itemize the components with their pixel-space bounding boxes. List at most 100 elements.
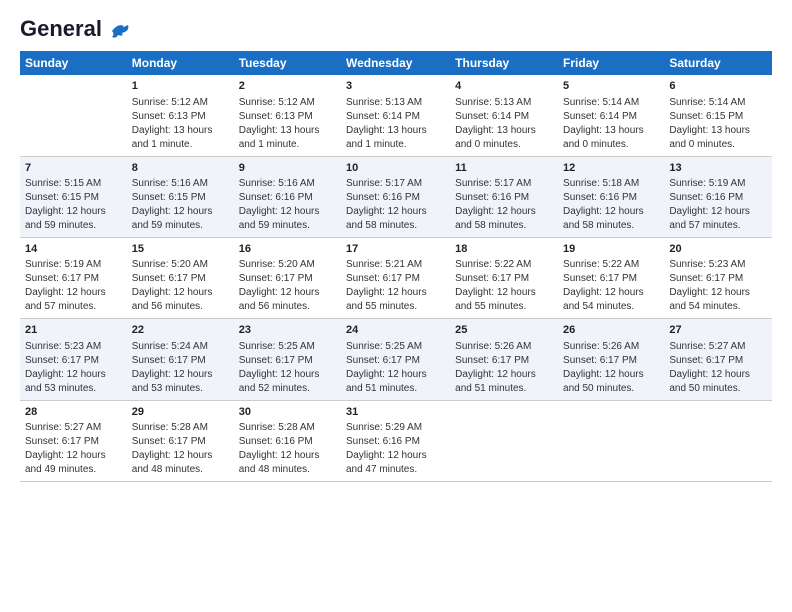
sunset-info: Sunset: 6:15 PM	[132, 191, 229, 205]
calendar-cell: 5Sunrise: 5:14 AMSunset: 6:14 PMDaylight…	[558, 75, 664, 156]
daylight-info: Daylight: 12 hours and 51 minutes.	[346, 368, 445, 396]
sunset-info: Sunset: 6:13 PM	[132, 110, 229, 124]
calendar-cell: 20Sunrise: 5:23 AMSunset: 6:17 PMDayligh…	[664, 238, 772, 319]
sunset-info: Sunset: 6:17 PM	[132, 435, 229, 449]
day-number: 3	[346, 79, 445, 94]
sunset-info: Sunset: 6:17 PM	[25, 272, 122, 286]
day-number: 19	[563, 242, 659, 257]
sunrise-info: Sunrise: 5:15 AM	[25, 177, 122, 191]
calendar-cell: 23 Sunrise: 5:25 AMSunset: 6:17 PMDayligh…	[234, 319, 341, 400]
sunrise-info: Sunrise: 5:26 AM	[563, 340, 659, 354]
daylight-info: Daylight: 12 hours and 52 minutes.	[239, 368, 336, 396]
day-number: 4	[455, 79, 553, 94]
calendar-cell: 24Sunrise: 5:25 AMSunset: 6:17 PMDayligh…	[341, 319, 450, 400]
sunrise-info: Sunrise: 5:23 AM	[25, 340, 122, 354]
daylight-info: Daylight: 12 hours and 58 minutes.	[346, 205, 445, 233]
daylight-info: Daylight: 12 hours and 48 minutes.	[239, 449, 336, 477]
calendar-week-row: 21Sunrise: 5:23 AMSunset: 6:17 PMDayligh…	[20, 319, 772, 400]
calendar-cell: 12Sunrise: 5:18 AMSunset: 6:16 PMDayligh…	[558, 156, 664, 237]
day-number: 31	[346, 405, 445, 420]
sunset-info: Sunset: 6:17 PM	[239, 272, 336, 286]
sunset-info: Sunset: 6:16 PM	[669, 191, 767, 205]
day-number: 15	[132, 242, 229, 257]
sunset-info: Sunset: 6:15 PM	[669, 110, 767, 124]
calendar-cell: 18Sunrise: 5:22 AMSunset: 6:17 PMDayligh…	[450, 238, 558, 319]
day-number: 28	[25, 405, 122, 420]
sunset-info: Sunset: 6:16 PM	[239, 191, 336, 205]
day-number: 14	[25, 242, 122, 257]
col-thursday: Thursday	[450, 51, 558, 75]
sunset-info: Sunset: 6:17 PM	[455, 272, 553, 286]
sunset-info: Sunset: 6:17 PM	[239, 354, 336, 368]
sunrise-info: Sunrise: 5:12 AM	[132, 96, 229, 110]
calendar-cell: 1Sunrise: 5:12 AMSunset: 6:13 PMDaylight…	[127, 75, 234, 156]
daylight-info: Daylight: 12 hours and 51 minutes.	[455, 368, 553, 396]
col-tuesday: Tuesday	[234, 51, 341, 75]
calendar-cell	[558, 400, 664, 481]
sunrise-info: Sunrise: 5:28 AM	[132, 421, 229, 435]
sunrise-info: Sunrise: 5:21 AM	[346, 258, 445, 272]
day-number: 24	[346, 323, 445, 338]
daylight-info: Daylight: 13 hours and 1 minute.	[239, 124, 336, 152]
day-number: 26	[563, 323, 659, 338]
calendar-cell: 31Sunrise: 5:29 AMSunset: 6:16 PMDayligh…	[341, 400, 450, 481]
sunrise-info: Sunrise: 5:25 AM	[239, 340, 336, 354]
daylight-info: Daylight: 12 hours and 49 minutes.	[25, 449, 122, 477]
calendar-cell	[20, 75, 127, 156]
calendar-cell: 27Sunrise: 5:27 AMSunset: 6:17 PMDayligh…	[664, 319, 772, 400]
sunrise-info: Sunrise: 5:29 AM	[346, 421, 445, 435]
sunrise-info: Sunrise: 5:25 AM	[346, 340, 445, 354]
sunrise-info: Sunrise: 5:19 AM	[669, 177, 767, 191]
day-number: 8	[132, 161, 229, 176]
day-number: 27	[669, 323, 767, 338]
daylight-info: Daylight: 12 hours and 48 minutes.	[132, 449, 229, 477]
daylight-info: Daylight: 12 hours and 53 minutes.	[132, 368, 229, 396]
sunset-info: Sunset: 6:17 PM	[563, 272, 659, 286]
daylight-info: Daylight: 12 hours and 59 minutes.	[132, 205, 229, 233]
daylight-info: Daylight: 12 hours and 56 minutes.	[132, 286, 229, 314]
calendar-cell: 17Sunrise: 5:21 AMSunset: 6:17 PMDayligh…	[341, 238, 450, 319]
sunrise-info: Sunrise: 5:16 AM	[132, 177, 229, 191]
sunset-info: Sunset: 6:17 PM	[669, 272, 767, 286]
sunset-info: Sunset: 6:14 PM	[455, 110, 553, 124]
daylight-info: Daylight: 12 hours and 57 minutes.	[669, 205, 767, 233]
sunrise-info: Sunrise: 5:19 AM	[25, 258, 122, 272]
calendar-cell: 4Sunrise: 5:13 AMSunset: 6:14 PMDaylight…	[450, 75, 558, 156]
sunset-info: Sunset: 6:17 PM	[563, 354, 659, 368]
daylight-info: Daylight: 12 hours and 50 minutes.	[669, 368, 767, 396]
col-friday: Friday	[558, 51, 664, 75]
day-number: 12	[563, 161, 659, 176]
sunset-info: Sunset: 6:17 PM	[346, 272, 445, 286]
calendar-cell: 15Sunrise: 5:20 AMSunset: 6:17 PMDayligh…	[127, 238, 234, 319]
day-number: 2	[239, 79, 336, 94]
daylight-info: Daylight: 12 hours and 55 minutes.	[455, 286, 553, 314]
daylight-info: Daylight: 13 hours and 0 minutes.	[669, 124, 767, 152]
col-wednesday: Wednesday	[341, 51, 450, 75]
calendar-cell: 2Sunrise: 5:12 AMSunset: 6:13 PMDaylight…	[234, 75, 341, 156]
day-number: 7	[25, 161, 122, 176]
col-sunday: Sunday	[20, 51, 127, 75]
sunset-info: Sunset: 6:16 PM	[239, 435, 336, 449]
sunrise-info: Sunrise: 5:12 AM	[239, 96, 336, 110]
sunrise-info: Sunrise: 5:16 AM	[239, 177, 336, 191]
calendar-cell: 13Sunrise: 5:19 AMSunset: 6:16 PMDayligh…	[664, 156, 772, 237]
sunset-info: Sunset: 6:15 PM	[25, 191, 122, 205]
day-number: 11	[455, 161, 553, 176]
calendar-cell: 9Sunrise: 5:16 AMSunset: 6:16 PMDaylight…	[234, 156, 341, 237]
sunrise-info: Sunrise: 5:17 AM	[346, 177, 445, 191]
sunrise-info: Sunrise: 5:23 AM	[669, 258, 767, 272]
daylight-info: Daylight: 12 hours and 50 minutes.	[563, 368, 659, 396]
calendar-week-row: 14Sunrise: 5:19 AMSunset: 6:17 PMDayligh…	[20, 238, 772, 319]
calendar-cell: 25Sunrise: 5:26 AMSunset: 6:17 PMDayligh…	[450, 319, 558, 400]
calendar-cell: 6Sunrise: 5:14 AMSunset: 6:15 PMDaylight…	[664, 75, 772, 156]
calendar-cell: 16Sunrise: 5:20 AMSunset: 6:17 PMDayligh…	[234, 238, 341, 319]
sunrise-info: Sunrise: 5:13 AM	[346, 96, 445, 110]
day-number: 23	[239, 323, 336, 338]
sunrise-info: Sunrise: 5:18 AM	[563, 177, 659, 191]
calendar-cell	[450, 400, 558, 481]
calendar-cell: 29Sunrise: 5:28 AMSunset: 6:17 PMDayligh…	[127, 400, 234, 481]
page-container: General Sunday Monday Tuesday Wednesday	[0, 0, 792, 492]
daylight-info: Daylight: 13 hours and 1 minute.	[132, 124, 229, 152]
sunrise-info: Sunrise: 5:20 AM	[239, 258, 336, 272]
daylight-info: Daylight: 12 hours and 55 minutes.	[346, 286, 445, 314]
